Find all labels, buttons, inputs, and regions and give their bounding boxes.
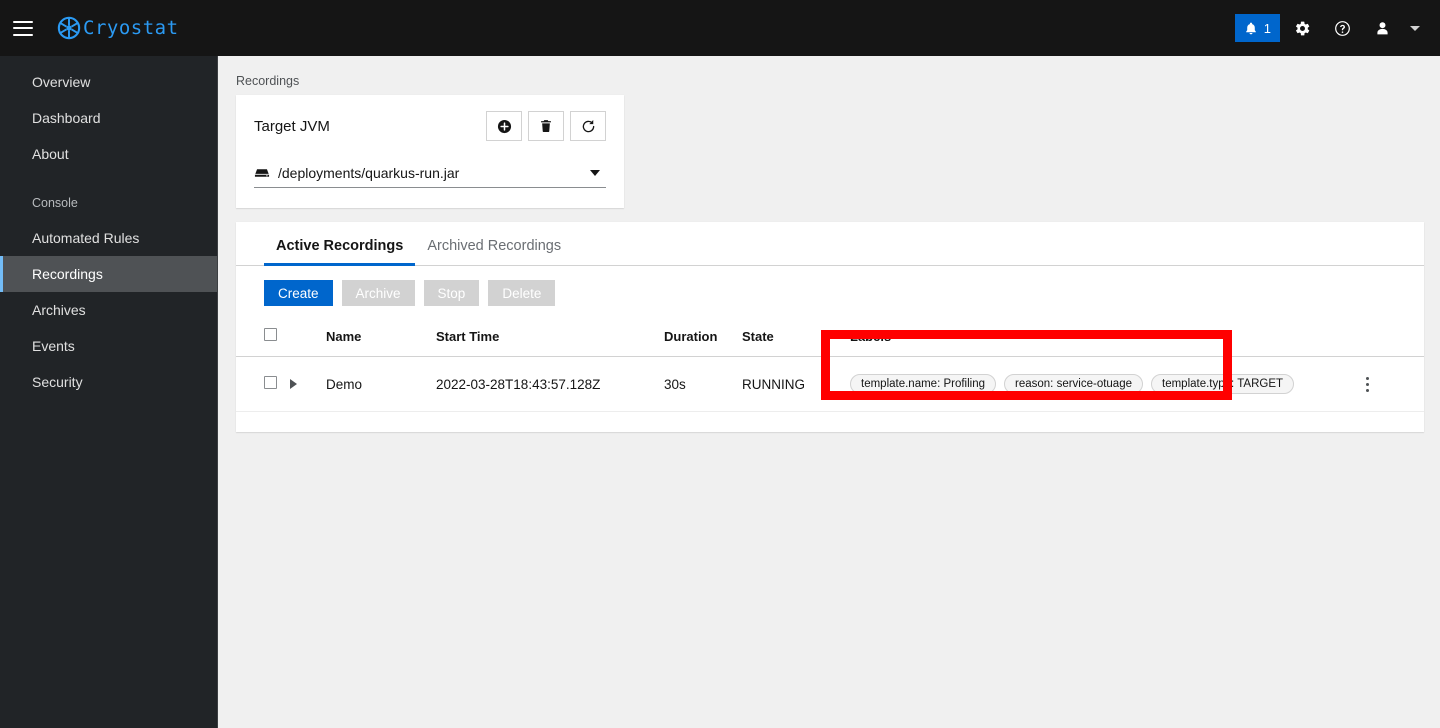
row-checkbox[interactable] [264, 376, 277, 389]
target-jvm-label: Target JVM [254, 117, 330, 135]
archive-recording-button[interactable]: Archive [341, 280, 415, 306]
row-actions-cell [1356, 356, 1424, 412]
sidebar-item-archives[interactable]: Archives [0, 292, 217, 328]
user-menu-caret[interactable] [1404, 8, 1426, 48]
column-header-state: State [742, 320, 850, 357]
sidebar-item-label: Security [32, 374, 83, 390]
help-circle-icon [1334, 20, 1350, 36]
tab-archived-recordings[interactable]: Archived Recordings [415, 238, 573, 265]
create-target-button[interactable] [486, 111, 522, 141]
stop-recording-button[interactable]: Stop [423, 280, 480, 306]
tab-active-recordings[interactable]: Active Recordings [264, 238, 416, 266]
chevron-right-icon[interactable] [290, 378, 297, 389]
gear-icon [1295, 21, 1309, 35]
sidebar-item-label: Overview [32, 74, 91, 90]
nav-toggle-button[interactable] [0, 0, 46, 56]
target-jvm-select[interactable]: /deployments/quarkus-run.jar [254, 158, 606, 188]
recordings-tabs: Active Recordings Archived Recordings [236, 222, 1424, 266]
server-icon [254, 168, 270, 177]
label-chip: template.type: TARGET [1151, 374, 1295, 394]
trash-icon [541, 120, 551, 132]
column-header-duration: Duration [664, 320, 742, 357]
target-jvm-value: /deployments/quarkus-run.jar [278, 164, 460, 181]
sidebar-item-label: Automated Rules [32, 230, 140, 246]
masthead: Cryostat 1 [0, 0, 1440, 56]
cell-start-time: 2022-03-28T18:43:57.128Z [436, 356, 664, 412]
labels-chip-group: template.name: Profiling reason: service… [850, 374, 1356, 394]
sidebar-item-label: About [32, 146, 69, 162]
row-select-cell [236, 356, 290, 412]
notifications-button[interactable]: 1 [1234, 14, 1280, 42]
sidebar-item-security[interactable]: Security [0, 364, 217, 400]
notification-count: 1 [1263, 20, 1271, 36]
target-jvm-card: Target JVM /deployments/quarkus-run.jar [236, 95, 624, 208]
app-root: Cryostat 1 Overview Dashboard About Cons… [0, 0, 1440, 728]
sidebar: Overview Dashboard About Console Automat… [0, 56, 218, 728]
label-chip: reason: service-otuage [1004, 374, 1143, 394]
hamburger-icon [13, 20, 33, 36]
sidebar-item-recordings[interactable]: Recordings [0, 256, 217, 292]
recordings-toolbar: Create Archive Stop Delete [236, 266, 1424, 306]
sidebar-item-label: Recordings [32, 266, 103, 282]
tab-label: Archived Recordings [427, 238, 562, 254]
target-jvm-actions [486, 111, 606, 141]
column-header-labels: Labels [850, 320, 1356, 357]
create-recording-button[interactable]: Create [264, 280, 333, 306]
sidebar-group-console: Console [32, 196, 78, 210]
refresh-icon [582, 119, 594, 132]
target-jvm-header: Target JVM [254, 111, 606, 141]
column-header-start-time: Start Time [436, 320, 664, 357]
user-menu-button[interactable] [1364, 8, 1400, 48]
recordings-card: Active Recordings Archived Recordings Cr… [236, 222, 1424, 432]
delete-target-button[interactable] [528, 111, 564, 141]
sidebar-item-about[interactable]: About [0, 136, 217, 172]
table-row: Demo 2022-03-28T18:43:57.128Z 30s RUNNIN… [236, 356, 1424, 412]
cell-labels: template.name: Profiling reason: service… [850, 356, 1356, 412]
brand-logo[interactable]: Cryostat [56, 15, 179, 41]
plus-circle-icon [497, 119, 511, 133]
sidebar-item-label: Archives [32, 302, 86, 318]
expand-header [290, 320, 326, 357]
label-chip: template.name: Profiling [850, 374, 997, 394]
sidebar-item-overview[interactable]: Overview [0, 64, 217, 100]
help-button[interactable] [1324, 8, 1360, 48]
sidebar-item-automated-rules[interactable]: Automated Rules [0, 220, 217, 256]
refresh-targets-button[interactable] [570, 111, 606, 141]
cell-state: RUNNING [742, 356, 850, 412]
sidebar-item-events[interactable]: Events [0, 328, 217, 364]
brand-title: Cryostat [83, 17, 179, 39]
cell-name: Demo [326, 356, 436, 412]
recordings-table: Name Start Time Duration State Labels De… [236, 320, 1424, 412]
caret-down-icon [590, 169, 600, 176]
delete-recording-button[interactable]: Delete [488, 280, 556, 306]
sidebar-item-label: Events [32, 338, 75, 354]
sidebar-item-dashboard[interactable]: Dashboard [0, 100, 217, 136]
user-avatar-icon [1376, 21, 1388, 34]
row-expand-cell [290, 356, 326, 412]
table-body: Demo 2022-03-28T18:43:57.128Z 30s RUNNIN… [236, 356, 1424, 412]
select-all-checkbox[interactable] [264, 328, 277, 341]
select-all-header [236, 320, 290, 357]
chevron-down-icon [1410, 25, 1420, 31]
settings-button[interactable] [1284, 8, 1320, 48]
table-head: Name Start Time Duration State Labels [236, 320, 1424, 357]
tab-label: Active Recordings [276, 238, 404, 254]
bell-icon [1245, 22, 1256, 34]
cryostat-logo-icon [57, 16, 81, 40]
cell-duration: 30s [664, 356, 742, 412]
masthead-actions: 1 [1234, 0, 1426, 56]
table-header-row: Name Start Time Duration State Labels [236, 320, 1424, 357]
row-kebab-menu-button[interactable] [1356, 373, 1378, 395]
column-header-name: Name [326, 320, 436, 357]
main-content: Recordings Target JVM /deployments/quark… [218, 56, 1440, 728]
column-header-actions [1356, 320, 1424, 357]
sidebar-item-label: Dashboard [32, 110, 101, 126]
breadcrumb: Recordings [236, 74, 300, 88]
